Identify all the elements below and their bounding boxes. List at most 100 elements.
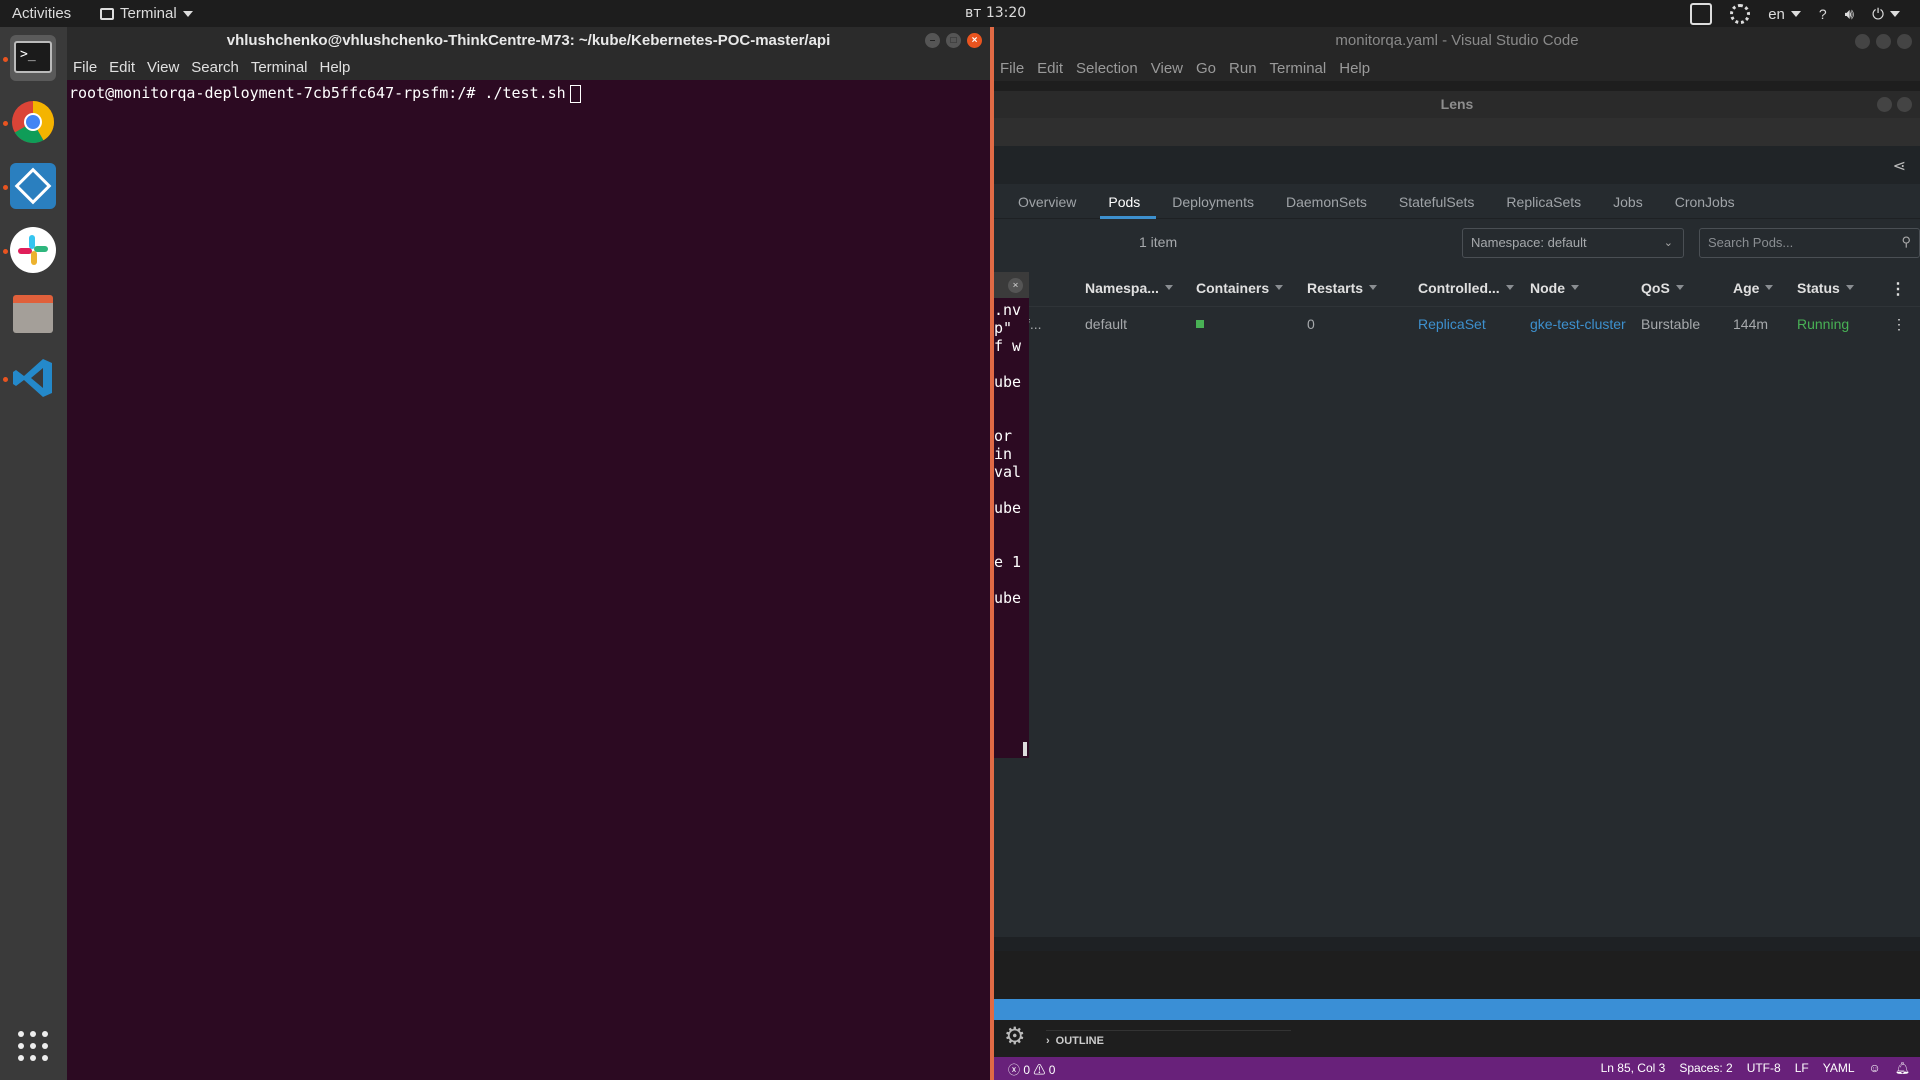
maximize-button[interactable]: □ (946, 33, 961, 48)
menu-edit[interactable]: Edit (1037, 60, 1063, 77)
maximize-button[interactable] (1897, 97, 1912, 112)
col-containers[interactable]: Containers (1196, 280, 1284, 296)
background-terminal-fragment: × .nv p" f w ube or in val ube e 1 ube (994, 272, 1029, 758)
terminal-titlebar[interactable]: vhlushchenko@vhlushchenko-ThinkCentre-M7… (67, 27, 990, 54)
terminal-small-icon (100, 7, 114, 20)
chevron-down-icon (1890, 11, 1900, 17)
minimize-button[interactable] (1855, 34, 1870, 49)
minimize-button[interactable]: – (925, 33, 940, 48)
share-icon[interactable]: ⋖ (1893, 156, 1906, 176)
namespace-select[interactable]: Namespace: default ⌄ (1462, 228, 1684, 258)
tab-cronjobs[interactable]: CronJobs (1659, 184, 1751, 219)
fragment-line: ube (994, 499, 1022, 517)
tab-statefulsets[interactable]: StatefulSets (1383, 184, 1491, 219)
menu-view[interactable]: View (1151, 60, 1183, 77)
search-input[interactable]: Search Pods... ⚲ (1699, 228, 1920, 258)
dock-vscode[interactable] (10, 355, 56, 401)
power-icon[interactable]: ⏻ (1872, 6, 1900, 23)
dock-shutter[interactable] (10, 163, 56, 209)
tab-deployments[interactable]: Deployments (1156, 184, 1270, 219)
close-button[interactable]: × (1008, 278, 1023, 293)
lens-header: ⋖ (994, 146, 1920, 184)
shutter-tray-icon[interactable] (1690, 3, 1713, 25)
terminal-cursor (569, 84, 581, 103)
menu-run[interactable]: Run (1229, 60, 1257, 77)
language-indicator[interactable]: en (1768, 6, 1801, 23)
fragment-line (994, 355, 1029, 373)
menu-file[interactable]: File (1000, 60, 1024, 77)
fragment-line (994, 391, 1029, 409)
encoding[interactable]: UTF-8 (1747, 1061, 1781, 1075)
dock-terminal[interactable]: >_ (10, 35, 56, 81)
dock-slack[interactable] (10, 227, 56, 273)
fragment-line: e 1 (994, 553, 1022, 571)
gear-icon[interactable]: ⚙ (1004, 1022, 1026, 1051)
app-menu[interactable]: Terminal (100, 5, 193, 22)
table-row[interactable]: f... default 0 ReplicaSet gke-test-clust… (994, 307, 1920, 342)
clock[interactable]: вт 13:20 (965, 5, 1026, 21)
controlled-by-link[interactable]: ReplicaSet (1418, 316, 1486, 332)
help-icon[interactable]: ? (1819, 6, 1827, 22)
menu-terminal[interactable]: Terminal (251, 59, 308, 76)
row-menu-icon[interactable]: ⋮ (1892, 316, 1906, 333)
vscode-icon (13, 359, 52, 397)
outline-label: OUTLINE (1055, 1035, 1104, 1047)
close-button[interactable] (1897, 34, 1912, 49)
fragment-line (994, 517, 1029, 535)
dock-show-apps[interactable] (10, 1023, 56, 1069)
menu-view[interactable]: View (147, 59, 179, 76)
problems-indicator[interactable]: ⓧ 0 ⚠ 0 (1008, 1061, 1055, 1078)
tab-replicasets[interactable]: ReplicaSets (1490, 184, 1597, 219)
activities-button[interactable]: Activities (12, 5, 71, 22)
running-indicator (3, 185, 8, 190)
lens-bottom-scrollbar[interactable] (994, 937, 1920, 951)
error-icon: ⓧ (1008, 1063, 1021, 1077)
vscode-panel-highlight (994, 999, 1920, 1020)
fragment-scrollbar[interactable] (1023, 742, 1027, 756)
volume-icon[interactable]: 🔊︎ (1845, 6, 1854, 23)
vscode-titlebar[interactable]: monitorqa.yaml - Visual Studio Code (994, 27, 1920, 55)
menu-selection[interactable]: Selection (1076, 60, 1138, 77)
col-restarts[interactable]: Restarts (1307, 280, 1378, 296)
tab-daemonsets[interactable]: DaemonSets (1270, 184, 1383, 219)
search-placeholder: Search Pods... (1708, 235, 1794, 250)
feedback-icon[interactable]: ☺ (1869, 1061, 1881, 1075)
col-namespace[interactable]: Namespa... (1085, 280, 1173, 296)
error-count: 0 (1023, 1063, 1031, 1077)
tab-pods[interactable]: Pods (1092, 184, 1157, 219)
col-controlled-by[interactable]: Controlled... (1418, 280, 1514, 296)
sort-icon (1675, 285, 1684, 290)
menu-go[interactable]: Go (1196, 60, 1216, 77)
col-status[interactable]: Status (1797, 280, 1854, 296)
close-button[interactable]: × (967, 33, 982, 48)
slack-tray-icon[interactable] (1730, 4, 1751, 24)
cursor-position[interactable]: Ln 85, Col 3 (1601, 1061, 1666, 1075)
top-bar: Activities Terminal вт 13:20 en ? 🔊︎ ⏻ (0, 0, 1920, 27)
bell-icon[interactable]: 🔔︎ (1895, 1061, 1910, 1075)
namespace-select-value: Namespace: default (1471, 235, 1587, 250)
minimize-button[interactable] (1877, 97, 1892, 112)
table-menu-icon[interactable]: ⋮ (1890, 279, 1906, 299)
col-qos[interactable]: QoS (1641, 280, 1684, 296)
menu-terminal[interactable]: Terminal (1270, 60, 1327, 77)
terminal-content[interactable]: root@monitorqa-deployment-7cb5ffc647-rps… (67, 80, 990, 107)
language-mode[interactable]: YAML (1823, 1061, 1855, 1075)
lens-titlebar[interactable]: Lens (994, 91, 1920, 118)
col-age[interactable]: Age (1733, 280, 1774, 296)
tab-jobs[interactable]: Jobs (1597, 184, 1659, 219)
outline-section[interactable]: › OUTLINE (1046, 1030, 1291, 1047)
tab-overview[interactable]: Overview (1002, 184, 1092, 219)
menu-file[interactable]: File (73, 59, 97, 76)
maximize-button[interactable] (1876, 34, 1891, 49)
dock-files[interactable] (10, 291, 56, 337)
terminal-line: root@monitorqa-deployment-7cb5ffc647-rps… (69, 84, 566, 102)
dock-chrome[interactable] (10, 99, 56, 145)
menu-help[interactable]: Help (320, 59, 351, 76)
node-link[interactable]: gke-test-cluster (1530, 316, 1626, 332)
col-node[interactable]: Node (1530, 280, 1579, 296)
menu-help[interactable]: Help (1339, 60, 1370, 77)
menu-edit[interactable]: Edit (109, 59, 135, 76)
menu-search[interactable]: Search (191, 59, 239, 76)
line-ending[interactable]: LF (1795, 1061, 1809, 1075)
indentation[interactable]: Spaces: 2 (1679, 1061, 1732, 1075)
